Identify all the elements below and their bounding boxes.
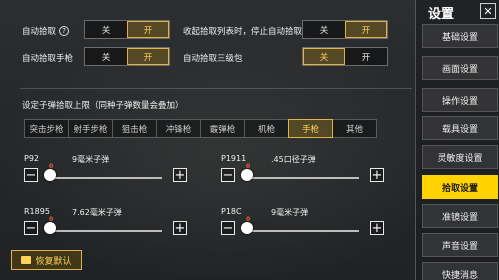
ammo-limit-p1911: P1911 .45口径子弹 − 0 + — [221, 154, 391, 194]
sidebar-title: 设置 — [428, 7, 455, 22]
close-icon[interactable]: ✕ — [480, 3, 496, 19]
tab-assault-rifle[interactable]: 突击步枪 — [24, 119, 69, 138]
level3-backpack-on-option[interactable]: 开 — [345, 48, 387, 65]
sidebar-item-basic[interactable]: 基础设置 — [422, 24, 498, 48]
tab-machine-gun[interactable]: 机枪 — [244, 119, 289, 138]
sidebar-item-vehicle[interactable]: 载具设置 — [422, 116, 498, 140]
auto-pickup-pistol-off-option[interactable]: 关 — [85, 48, 127, 65]
tab-smg[interactable]: 冲锋枪 — [156, 119, 201, 138]
auto-pickup-toggle[interactable]: 关 开 — [84, 20, 170, 39]
ammo-limit-p18c: P18C 9毫米子弹 − 0 + — [221, 207, 391, 247]
weapon-tabs: 突击步枪 射手步枪 狙击枪 冲锋枪 霰弹枪 机枪 手枪 其他 — [24, 119, 377, 138]
restore-defaults-label: 恢复默认 — [35, 256, 72, 267]
help-icon[interactable]: ? — [59, 26, 70, 36]
sidebar-item-quick-messages[interactable]: 快捷消息 — [422, 262, 498, 280]
slider-handle[interactable] — [241, 222, 253, 234]
settings-panel: 自动拾取 ? 关 开 收起拾取列表时，停止自动拾取 关 开 自动拾取手枪 关 开… — [0, 0, 415, 280]
minus-button[interactable]: − — [24, 168, 38, 182]
sidebar-item-graphics[interactable]: 画面设置 — [422, 56, 498, 80]
minus-button[interactable]: − — [24, 221, 38, 235]
toggle-row-stop-on-collapse: 收起拾取列表时，停止自动拾取 — [183, 21, 313, 41]
stop-on-collapse-on-option[interactable]: 开 — [345, 21, 387, 38]
ammo-type: 9毫米子弹 — [72, 155, 110, 164]
auto-pickup-on-option[interactable]: 开 — [127, 21, 169, 38]
slider-handle[interactable] — [44, 222, 56, 234]
minus-button[interactable]: − — [221, 168, 235, 182]
stop-on-collapse-label: 收起拾取列表时，停止自动拾取 — [183, 27, 303, 37]
slider-track[interactable] — [243, 230, 359, 232]
sidebar-item-sensitivity[interactable]: 灵敏度设置 — [422, 145, 498, 169]
settings-sidebar: 设置 ✕ 基础设置 画面设置 操作设置 载具设置 灵敏度设置 拾取设置 准镜设置… — [415, 0, 499, 280]
ammo-limit-title: 设定子弹拾取上限（同种子弹数量会叠加） — [22, 101, 184, 111]
gun-name: P92 — [24, 154, 40, 163]
ammo-limit-r1895: R1895 7.62毫米子弹 − 0 + — [24, 207, 194, 247]
tab-other[interactable]: 其他 — [332, 119, 377, 138]
plus-button[interactable]: + — [173, 221, 187, 235]
sidebar-item-controls[interactable]: 操作设置 — [422, 88, 498, 112]
plus-button[interactable]: + — [370, 221, 384, 235]
level3-backpack-toggle[interactable]: 关 开 — [302, 47, 388, 66]
plus-button[interactable]: + — [173, 168, 187, 182]
stop-on-collapse-toggle[interactable]: 关 开 — [302, 20, 388, 39]
tab-pistol[interactable]: 手枪 — [288, 119, 333, 138]
slider-handle[interactable] — [241, 169, 253, 181]
gun-name: R1895 — [24, 207, 50, 216]
auto-pickup-off-option[interactable]: 关 — [85, 21, 127, 38]
restore-defaults-button[interactable]: 恢复默认 — [11, 250, 82, 270]
sidebar-item-audio[interactable]: 声音设置 — [422, 233, 498, 257]
auto-pickup-pistol-on-option[interactable]: 开 — [127, 48, 169, 65]
divider — [20, 88, 412, 89]
level3-backpack-off-option[interactable]: 关 — [303, 48, 345, 65]
plus-button[interactable]: + — [370, 168, 384, 182]
auto-pickup-pistol-toggle[interactable]: 关 开 — [84, 47, 170, 66]
auto-pickup-pistol-label: 自动拾取手枪 — [22, 54, 74, 64]
slider-track[interactable] — [46, 177, 162, 179]
tab-marksman-rifle[interactable]: 射手步枪 — [68, 119, 113, 138]
minus-button[interactable]: − — [221, 221, 235, 235]
level3-backpack-label: 自动拾取三级包 — [183, 54, 243, 64]
slider-track[interactable] — [243, 177, 359, 179]
ammo-type: .45口径子弹 — [271, 155, 316, 164]
slider-track[interactable] — [46, 230, 162, 232]
tab-shotgun[interactable]: 霰弹枪 — [200, 119, 245, 138]
gun-name: P18C — [221, 207, 242, 216]
toggle-row-level3-backpack: 自动拾取三级包 — [183, 48, 283, 68]
ammo-type: 9毫米子弹 — [271, 208, 309, 217]
auto-pickup-label: 自动拾取 — [22, 27, 57, 37]
ammo-type: 7.62毫米子弹 — [72, 208, 122, 217]
tab-sniper-rifle[interactable]: 狙击枪 — [112, 119, 157, 138]
slider-handle[interactable] — [44, 169, 56, 181]
restore-icon — [21, 256, 32, 264]
stop-on-collapse-off-option[interactable]: 关 — [303, 21, 345, 38]
sidebar-item-pickup[interactable]: 拾取设置 — [422, 175, 498, 199]
gun-name: P1911 — [221, 154, 247, 163]
ammo-limit-p92: P92 9毫米子弹 − 0 + — [24, 154, 194, 194]
sidebar-item-scope[interactable]: 准镜设置 — [422, 204, 498, 228]
